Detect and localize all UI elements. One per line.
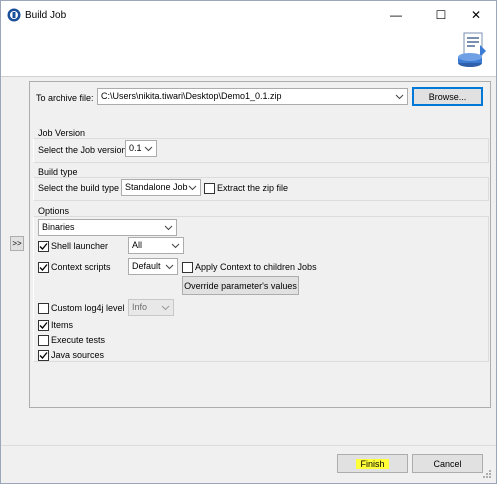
check-icon — [39, 264, 48, 271]
execute-tests-checkbox[interactable] — [38, 335, 49, 346]
chevron-down-icon — [161, 305, 170, 311]
chevron-down-icon — [144, 146, 153, 152]
override-parameters-button[interactable]: Override parameter's values — [182, 276, 299, 295]
context-scripts-checkbox[interactable] — [38, 262, 49, 273]
binaries-select[interactable]: Binaries — [38, 219, 177, 236]
archive-file-label: To archive file: — [36, 93, 94, 103]
custom-log4j-checkbox[interactable] — [38, 303, 49, 314]
wizard-header — [1, 29, 496, 77]
shell-launcher-label: Shell launcher — [51, 241, 109, 251]
archive-file-value: C:\Users\nikita.tiwari\Desktop\Demo1_0.1… — [101, 91, 282, 101]
build-type-select[interactable]: Standalone Job — [121, 179, 201, 196]
execute-tests-label: Execute tests — [51, 335, 106, 345]
cancel-button[interactable]: Cancel — [412, 454, 483, 473]
title-bar: Build Job — ☐ ✕ — [1, 1, 496, 29]
content-panel: To archive file: C:\Users\nikita.tiwari\… — [29, 81, 491, 408]
custom-log4j-label: Custom log4j level — [51, 303, 125, 313]
log4j-level-value: Info — [132, 302, 148, 312]
log4j-level-select[interactable]: Info — [128, 299, 174, 316]
export-document-icon — [458, 32, 486, 67]
minimize-button[interactable]: — — [385, 5, 407, 25]
check-icon — [39, 243, 48, 250]
apply-context-checkbox[interactable] — [182, 262, 193, 273]
job-version-select[interactable]: 0.1 — [125, 140, 157, 157]
footer-separator — [1, 445, 496, 446]
finish-label: Finish — [356, 458, 389, 469]
browse-button[interactable]: Browse... — [412, 87, 483, 106]
finish-button[interactable]: Finish — [337, 454, 408, 473]
build-job-dialog: Build Job — ☐ ✕ >> To archive file: C:\U… — [0, 0, 497, 484]
java-sources-label: Java sources — [51, 350, 105, 360]
job-version-group-label: Job Version — [38, 128, 86, 138]
binaries-value: Binaries — [42, 222, 75, 232]
build-type-value: Standalone Job — [125, 182, 188, 192]
close-button[interactable]: ✕ — [465, 5, 487, 25]
chevron-down-icon — [171, 243, 180, 249]
shell-launcher-value: All — [132, 240, 143, 250]
chevron-down-icon — [395, 94, 404, 100]
talend-app-icon — [7, 8, 21, 22]
context-scripts-label: Context scripts — [51, 262, 111, 272]
check-icon — [39, 322, 48, 329]
context-scripts-select[interactable]: Default — [128, 258, 178, 275]
maximize-button[interactable]: ☐ — [430, 5, 452, 25]
items-checkbox[interactable] — [38, 320, 49, 331]
archive-file-input[interactable]: C:\Users\nikita.tiwari\Desktop\Demo1_0.1… — [97, 88, 408, 105]
shell-launcher-select[interactable]: All — [128, 237, 184, 254]
window-title: Build Job — [25, 10, 67, 21]
chevron-down-icon — [165, 264, 174, 270]
build-type-group-label: Build type — [38, 167, 78, 177]
extract-zip-checkbox[interactable] — [204, 183, 215, 194]
apply-context-label: Apply Context to children Jobs — [195, 262, 317, 272]
shell-launcher-checkbox[interactable] — [38, 241, 49, 252]
expand-panel-button[interactable]: >> — [10, 236, 24, 251]
check-icon — [39, 352, 48, 359]
extract-zip-label: Extract the zip file — [217, 183, 289, 193]
job-version-value: 0.1 — [129, 143, 142, 153]
options-group-label: Options — [38, 206, 70, 216]
chevron-down-icon — [164, 225, 173, 231]
job-version-label: Select the Job version — [38, 145, 127, 155]
java-sources-checkbox[interactable] — [38, 350, 49, 361]
build-type-label: Select the build type — [38, 183, 120, 193]
chevron-down-icon — [188, 185, 197, 191]
context-scripts-value: Default — [132, 261, 161, 271]
items-label: Items — [51, 320, 74, 330]
resize-grip-icon[interactable] — [482, 469, 492, 479]
